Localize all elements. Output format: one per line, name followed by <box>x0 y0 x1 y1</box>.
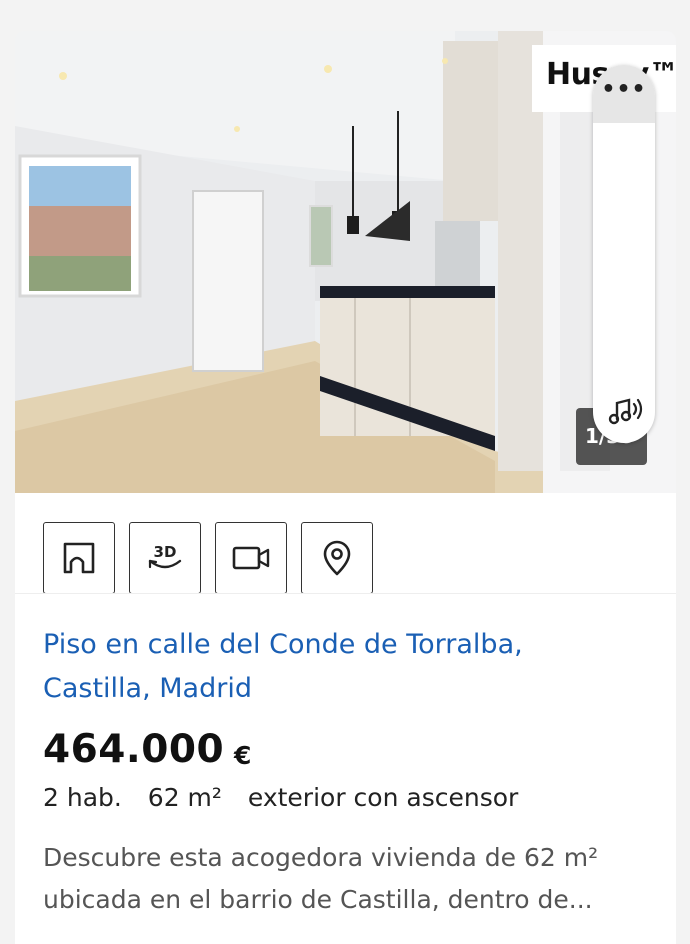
listing-title-line1[interactable]: Piso en calle del Conde de Torralba, <box>43 623 653 667</box>
divider <box>15 593 676 594</box>
floor-plan-button[interactable] <box>43 522 115 594</box>
3d-tour-button[interactable]: 3D <box>129 522 201 594</box>
listing-description: Descubre esta acogedora vivienda de 62 m… <box>43 837 658 921</box>
floating-actions: ••• <box>593 65 655 443</box>
listing-price: 464.000 <box>43 727 225 772</box>
area-detail: 62 m² <box>147 783 222 812</box>
3d-tour-icon: 3D <box>148 543 182 569</box>
map-pin-icon <box>323 540 351 576</box>
listing-title[interactable]: Piso en calle del Conde de Torralba, Cas… <box>43 623 653 711</box>
more-options-icon[interactable]: ••• <box>593 79 655 101</box>
description-line1: Descubre esta acogedora vivienda de 62 m… <box>43 843 599 872</box>
listing-photo[interactable]: Huspy™ 1/35 ••• <box>15 31 676 493</box>
listing-title-line2[interactable]: Castilla, Madrid <box>43 667 653 711</box>
video-icon <box>232 546 270 570</box>
price-currency: € <box>234 741 252 770</box>
floor-plan-icon <box>63 542 95 574</box>
map-button[interactable] <box>301 522 373 594</box>
rooms-detail: 2 hab. <box>43 783 122 812</box>
listing-details: 2 hab. 62 m² exterior con ascensor <box>43 783 536 812</box>
sound-icon[interactable] <box>605 391 645 431</box>
features-detail: exterior con ascensor <box>247 783 519 812</box>
svg-text:3D: 3D <box>154 543 177 561</box>
video-button[interactable] <box>215 522 287 594</box>
listing-card[interactable]: Huspy™ 1/35 ••• 3D <box>15 31 676 944</box>
description-line2: ubicada en el barrio de Castilla, dentro… <box>43 885 593 914</box>
